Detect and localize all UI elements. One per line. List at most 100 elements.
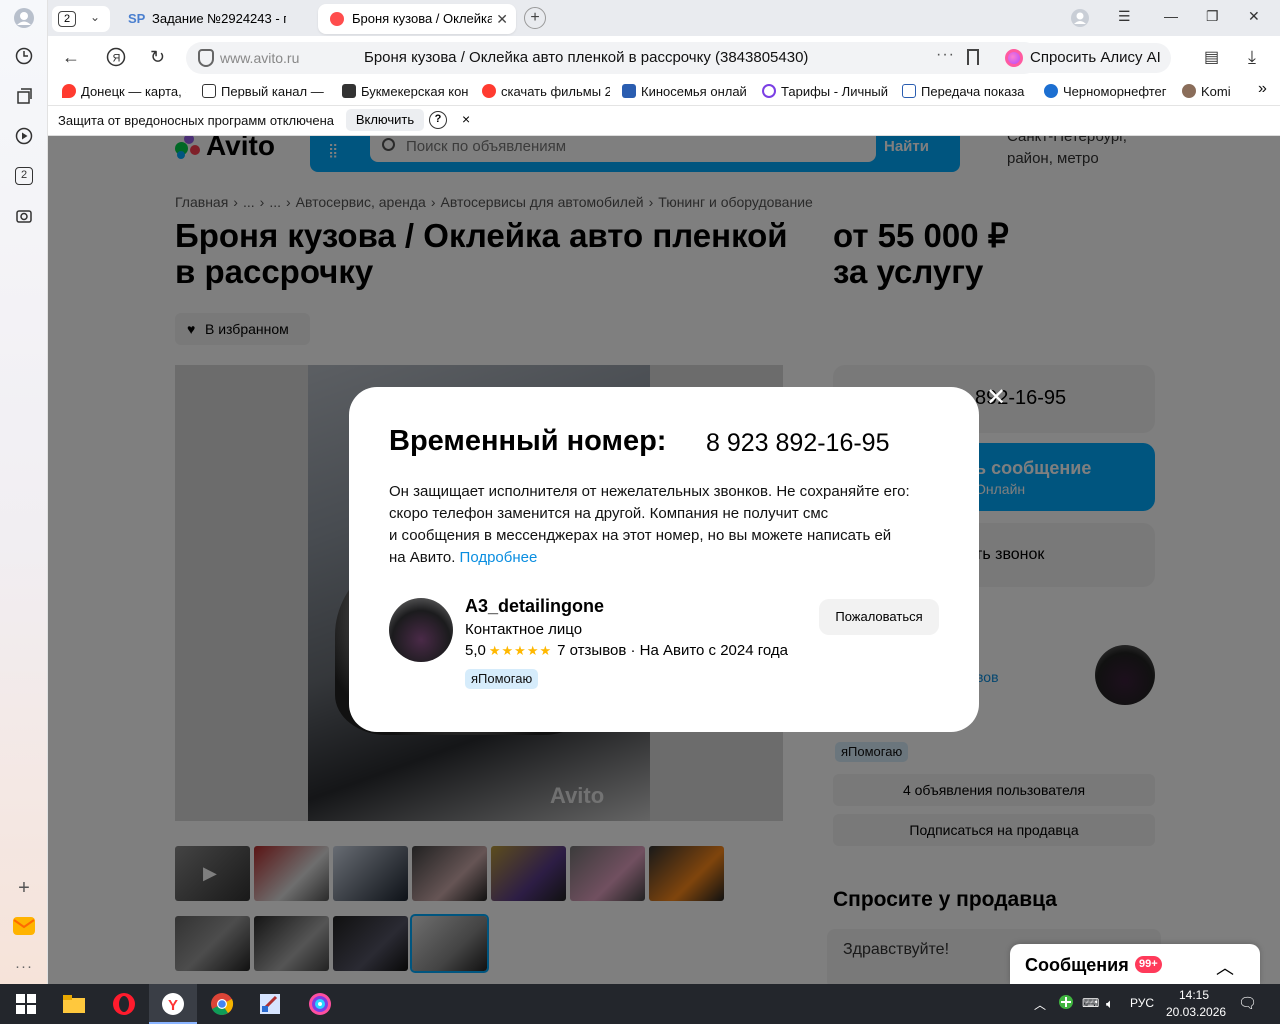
- chrome-icon[interactable]: [210, 992, 234, 1016]
- bookmark-item[interactable]: Передача показа: [902, 84, 1030, 99]
- taskbar: Y ︿ ⌨ 🔈︎ РУС 14:15 20.03.2026 🗨︎: [0, 984, 1280, 1024]
- windows-start-icon[interactable]: [14, 992, 38, 1016]
- avatar[interactable]: [389, 598, 453, 662]
- chevron-up-icon[interactable]: ︿: [1216, 954, 1234, 980]
- bookmark-label: Komi: [1201, 84, 1231, 99]
- reviews-info[interactable]: 7 отзывов · На Авито с 2024 года: [557, 642, 788, 659]
- bookmark-label: Черноморнефтег: [1063, 84, 1167, 99]
- volume-icon[interactable]: 🔈︎: [1106, 996, 1114, 1012]
- meter-icon: [902, 84, 916, 98]
- temp-number-modal: ✕ Временный номер: 8 923 892-16-95 Он за…: [349, 384, 1006, 732]
- infobar-message: Защита от вредоносных программ отключена: [58, 113, 335, 128]
- seller-name[interactable]: A3_detailingone: [465, 596, 604, 617]
- reload-icon[interactable]: ↻: [150, 47, 165, 68]
- colorful-app-icon[interactable]: [308, 992, 332, 1016]
- reader-icon[interactable]: ▤: [1204, 47, 1219, 67]
- more-link[interactable]: Подробнее: [460, 549, 538, 566]
- bookmark-icon[interactable]: [967, 49, 979, 65]
- browser-sidebar: 2 + ···: [0, 0, 48, 984]
- recording-icon: [330, 12, 344, 26]
- tab-counter[interactable]: 2 ⌄: [52, 6, 110, 32]
- messages-badge: 99+: [1135, 956, 1162, 973]
- tab-avito[interactable]: Броня кузова / Оклейка ✕: [318, 4, 516, 34]
- profile-icon[interactable]: [12, 6, 36, 30]
- bookmark-label: Киносемья онлай: [641, 84, 747, 99]
- yandex-browser-icon[interactable]: Y: [161, 992, 185, 1016]
- seller-role: Контактное лицо: [465, 621, 583, 638]
- description-line: Он защищает исполнителя от нежелательных…: [389, 483, 910, 500]
- menu-icon[interactable]: ☰: [1118, 8, 1131, 25]
- bookmark-item[interactable]: Komi: [1182, 84, 1242, 99]
- back-icon[interactable]: ←: [62, 47, 80, 68]
- paint-icon[interactable]: [258, 992, 282, 1016]
- bookmark-item[interactable]: Черноморнефтег: [1044, 84, 1170, 99]
- map-pin-icon: [62, 84, 76, 98]
- url-domain: www.avito.ru: [220, 50, 300, 66]
- collections-icon[interactable]: [12, 84, 36, 108]
- screenshot-icon[interactable]: [12, 204, 36, 228]
- opera-icon[interactable]: [112, 992, 136, 1016]
- notifications-icon[interactable]: 🗨︎: [1238, 994, 1257, 1012]
- url-page-title: Броня кузова / Оклейка авто пленкой в ра…: [364, 49, 809, 66]
- close-window-icon[interactable]: ✕: [1248, 8, 1260, 25]
- more-dots-icon[interactable]: ···: [936, 46, 955, 64]
- more-icon[interactable]: ···: [12, 954, 36, 978]
- tab-task[interactable]: SP Задание №2924243 - про: [118, 4, 310, 34]
- address-bar: ← Я ↻ www.avito.ru Броня кузова / Оклейк…: [48, 36, 1280, 80]
- url-field[interactable]: www.avito.ru Броня кузова / Оклейка авто…: [186, 42, 1040, 74]
- add-icon[interactable]: +: [12, 876, 36, 900]
- description-line: на Авито. Подробнее: [389, 547, 949, 569]
- tab-title: Задание №2924243 - про: [152, 11, 286, 26]
- bookmark-label: Букмекерская кон: [361, 84, 469, 99]
- description-line: скоро телефон заменится на другой. Компа…: [389, 505, 829, 522]
- seller-rating: 5,0 ★★★★★ 7 отзывов · На Авито с 2024 года: [465, 642, 788, 659]
- tabs-count-icon[interactable]: 2: [12, 164, 36, 188]
- modal-description: Он защищает исполнителя от нежелательных…: [389, 481, 949, 569]
- bookmark-item[interactable]: Тарифы - Личный: [762, 84, 890, 99]
- bookmarks-bar: Донецк — карта, с Первый канал — с Букме…: [48, 80, 1280, 106]
- mail-icon[interactable]: [12, 914, 36, 938]
- bookmark-item[interactable]: Первый канал — с: [202, 84, 324, 99]
- monitor-icon: [622, 84, 636, 98]
- report-button[interactable]: Пожаловаться: [819, 599, 939, 635]
- help-icon[interactable]: ?: [429, 111, 447, 129]
- tariff-icon: [762, 84, 776, 98]
- file-explorer-icon[interactable]: [62, 992, 86, 1016]
- bookmark-item[interactable]: скачать фильмы 2: [482, 84, 610, 99]
- new-tab-button[interactable]: +: [524, 7, 546, 29]
- bookmark-label: Донецк — карта, с: [81, 84, 186, 99]
- tray-chevron-icon[interactable]: ︿: [1034, 996, 1046, 1013]
- network-icon[interactable]: ⌨: [1082, 996, 1099, 1010]
- tab-title: Броня кузова / Оклейка: [352, 11, 492, 26]
- bookmark-item[interactable]: Донецк — карта, с: [62, 84, 186, 99]
- minimize-icon[interactable]: —: [1164, 8, 1178, 24]
- clock[interactable]: 14:15 20.03.2026: [1166, 987, 1226, 1021]
- bookmark-item[interactable]: Букмекерская кон: [342, 84, 470, 99]
- bookmark-label: Тарифы - Личный: [781, 84, 889, 99]
- bookmark-item[interactable]: Киносемья онлай: [622, 84, 750, 99]
- close-tab-icon[interactable]: ✕: [496, 4, 508, 34]
- download-icon[interactable]: ⤓: [1248, 47, 1256, 68]
- bookmark-label: Передача показа: [921, 84, 1025, 99]
- history-icon[interactable]: [12, 44, 36, 68]
- temp-phone-number: 8 923 892-16-95: [706, 429, 890, 457]
- alice-button[interactable]: Спросить Алису AI: [997, 43, 1171, 73]
- close-infobar-icon[interactable]: ×: [462, 111, 470, 127]
- bookmarks-overflow-icon[interactable]: »: [1258, 80, 1267, 98]
- yandex-icon: [482, 84, 496, 98]
- account-icon[interactable]: [1070, 8, 1090, 31]
- description-line: и сообщения в мессенджерах на этот номер…: [389, 527, 892, 544]
- video-icon[interactable]: [12, 124, 36, 148]
- bookmark-label: Первый канал — с: [221, 84, 324, 99]
- messages-widget[interactable]: Сообщения 99+ ︿: [1010, 944, 1260, 984]
- security-icon[interactable]: [1058, 994, 1074, 1013]
- close-icon[interactable]: ✕: [986, 383, 1006, 412]
- bookmark-label: скачать фильмы 2: [501, 84, 610, 99]
- tab-count: 2: [58, 11, 76, 27]
- input-language[interactable]: РУС: [1130, 996, 1154, 1010]
- restore-icon[interactable]: ❐: [1206, 8, 1219, 25]
- enable-protection-button[interactable]: Включить: [346, 109, 424, 131]
- sp-favicon-icon: SP: [128, 11, 146, 26]
- bookmaker-icon: [342, 84, 356, 98]
- yandex-icon[interactable]: Я: [106, 47, 126, 72]
